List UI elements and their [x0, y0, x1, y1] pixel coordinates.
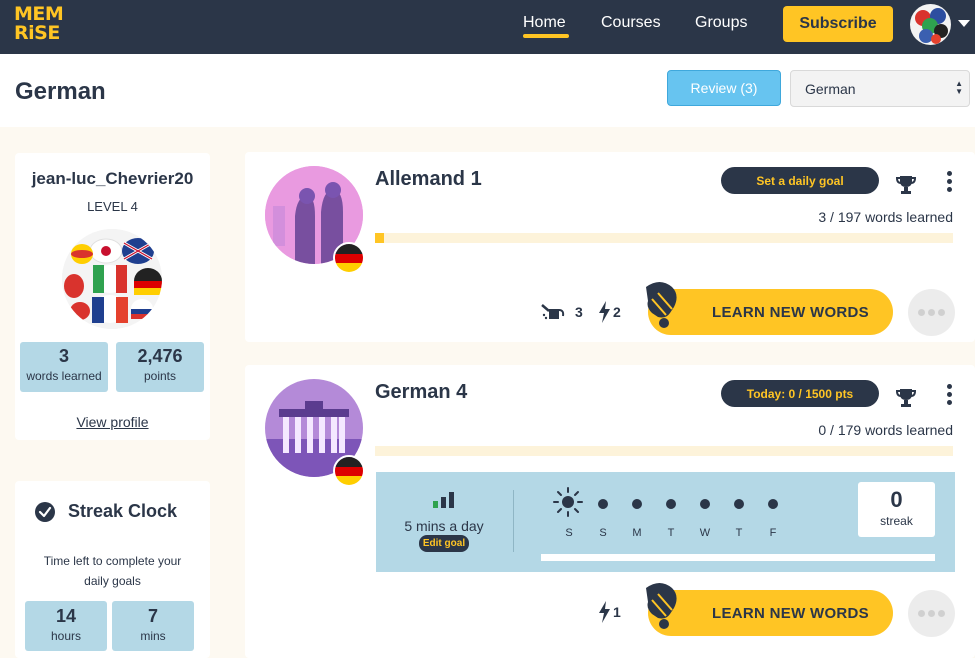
check-icon — [35, 502, 55, 522]
nav-courses-link[interactable]: Courses — [601, 14, 661, 32]
learn-new-words-button[interactable]: LEARN NEW WORDS — [646, 282, 893, 335]
words-learned-count: 0 / 179 words learned — [818, 422, 953, 438]
more-options-button[interactable] — [908, 289, 955, 336]
words-learned-label: words learned — [26, 369, 102, 383]
day-label: S — [599, 527, 607, 539]
streak-value: 0 — [890, 487, 903, 512]
nav-groups-link[interactable]: Groups — [695, 14, 747, 32]
sun-icon — [553, 487, 583, 517]
set-daily-goal-button[interactable]: Set a daily goal — [721, 167, 879, 194]
points-value: 2,476 — [137, 346, 183, 366]
course-progress-bar — [375, 233, 953, 243]
page-title: German — [15, 78, 106, 105]
day-label: T — [667, 527, 675, 539]
hand-icon — [636, 279, 686, 331]
user-level: LEVEL 4 — [87, 199, 138, 214]
select-arrows-icon: ▲ ▼ — [955, 79, 963, 96]
trophy-icon[interactable] — [895, 174, 917, 196]
course-progress-fill — [375, 233, 384, 243]
points-label: points — [143, 369, 177, 383]
points-stat: 2,476 points — [116, 342, 204, 392]
streak-counter: 0 streak — [858, 482, 935, 537]
watering-can-icon — [541, 301, 567, 326]
day-dot — [598, 499, 608, 509]
course-progress-bar — [375, 446, 953, 456]
flags-avatar-icon — [915, 8, 948, 44]
subscribe-button[interactable]: Subscribe — [783, 6, 893, 42]
mins-left-stat: 7 mins — [112, 601, 194, 651]
bolt-count: 1 — [613, 604, 621, 620]
day-label: W — [699, 527, 711, 539]
mins-left-label: mins — [140, 629, 166, 643]
edit-goal-button[interactable]: Edit goal — [419, 535, 469, 552]
bolt-icon — [597, 301, 611, 326]
words-learned-count: 3 / 197 words learned — [818, 209, 953, 225]
user-avatar-menu[interactable] — [910, 4, 951, 45]
streak-clock-description: Time left to complete your daily goals — [43, 554, 182, 588]
day-dot — [632, 499, 642, 509]
course-title[interactable]: Allemand 1 — [375, 168, 482, 191]
language-select[interactable]: German ▲ ▼ — [790, 70, 970, 107]
streak-label: streak — [880, 514, 913, 528]
nav-home-link[interactable]: Home — [523, 14, 566, 32]
day-dot — [734, 499, 744, 509]
day-label: S — [565, 527, 573, 539]
streak-clock-card: Streak Clock Time left to complete your … — [15, 481, 210, 658]
more-dots-icon — [918, 309, 925, 316]
day-dot — [666, 499, 676, 509]
bars-icon — [433, 492, 455, 508]
daily-goal-panel: 5 mins a day Edit goal S S M T W T F 0 s… — [376, 472, 955, 572]
language-select-value: German — [805, 81, 856, 97]
mins-left-value: 7 — [147, 606, 158, 626]
memrise-logo[interactable]: MEM RiSE — [14, 5, 64, 44]
language-flags-icon — [62, 229, 162, 329]
hours-left-stat: 14 hours — [25, 601, 107, 651]
learn-new-words-label: LEARN NEW WORDS — [712, 303, 869, 321]
words-learned-value: 3 — [58, 346, 69, 366]
day-label: F — [769, 527, 777, 539]
learn-new-words-label: LEARN NEW WORDS — [712, 604, 869, 622]
course-card-allemand-1: Allemand 1 Set a daily goal 3 / 197 word… — [245, 152, 975, 342]
daily-goal-progress-pill[interactable]: Today: 0 / 1500 pts — [721, 380, 879, 407]
more-dots-icon — [918, 610, 925, 617]
day-label: T — [735, 527, 743, 539]
review-button[interactable]: Review (3) — [667, 70, 781, 106]
learn-new-words-button[interactable]: LEARN NEW WORDS — [646, 583, 893, 636]
weekly-goal-bar — [541, 554, 935, 561]
page-header: German Review (3) German ▲ ▼ — [0, 54, 975, 127]
hours-left-value: 14 — [55, 606, 77, 626]
kebab-menu-icon[interactable] — [945, 171, 953, 193]
profile-avatar[interactable] — [62, 229, 162, 329]
logo-text-bottom: RiSE — [14, 22, 60, 44]
watering-count: 3 — [575, 304, 583, 320]
flag-de-icon — [333, 242, 365, 274]
goal-rate: 5 mins a day — [404, 518, 484, 534]
day-dot — [700, 499, 710, 509]
goal-divider — [513, 490, 514, 552]
day-dot — [768, 499, 778, 509]
chevron-down-icon[interactable] — [958, 20, 970, 27]
more-options-button[interactable] — [908, 590, 955, 637]
top-navigation: MEM RiSE Home Courses Groups Subscribe — [0, 0, 975, 54]
course-title[interactable]: German 4 — [375, 381, 467, 404]
trophy-icon[interactable] — [895, 387, 917, 409]
hours-left-label: hours — [50, 629, 82, 643]
hand-icon — [636, 580, 686, 632]
bolt-icon — [597, 601, 611, 626]
profile-card: jean-luc_Chevrier20 LEVEL 4 3 words lear… — [15, 153, 210, 440]
kebab-menu-icon[interactable] — [945, 384, 953, 406]
streak-clock-title: Streak Clock — [68, 501, 178, 521]
words-learned-stat: 3 words learned — [20, 342, 108, 392]
course-card-german-4: German 4 Today: 0 / 1500 pts 0 / 179 wor… — [245, 365, 975, 658]
flag-de-icon — [333, 455, 365, 487]
day-label: M — [632, 527, 642, 539]
bolt-count: 2 — [613, 304, 621, 320]
nav-active-underline — [523, 34, 569, 38]
username: jean-luc_Chevrier20 — [31, 169, 194, 188]
view-profile-link[interactable]: View profile — [15, 414, 210, 430]
